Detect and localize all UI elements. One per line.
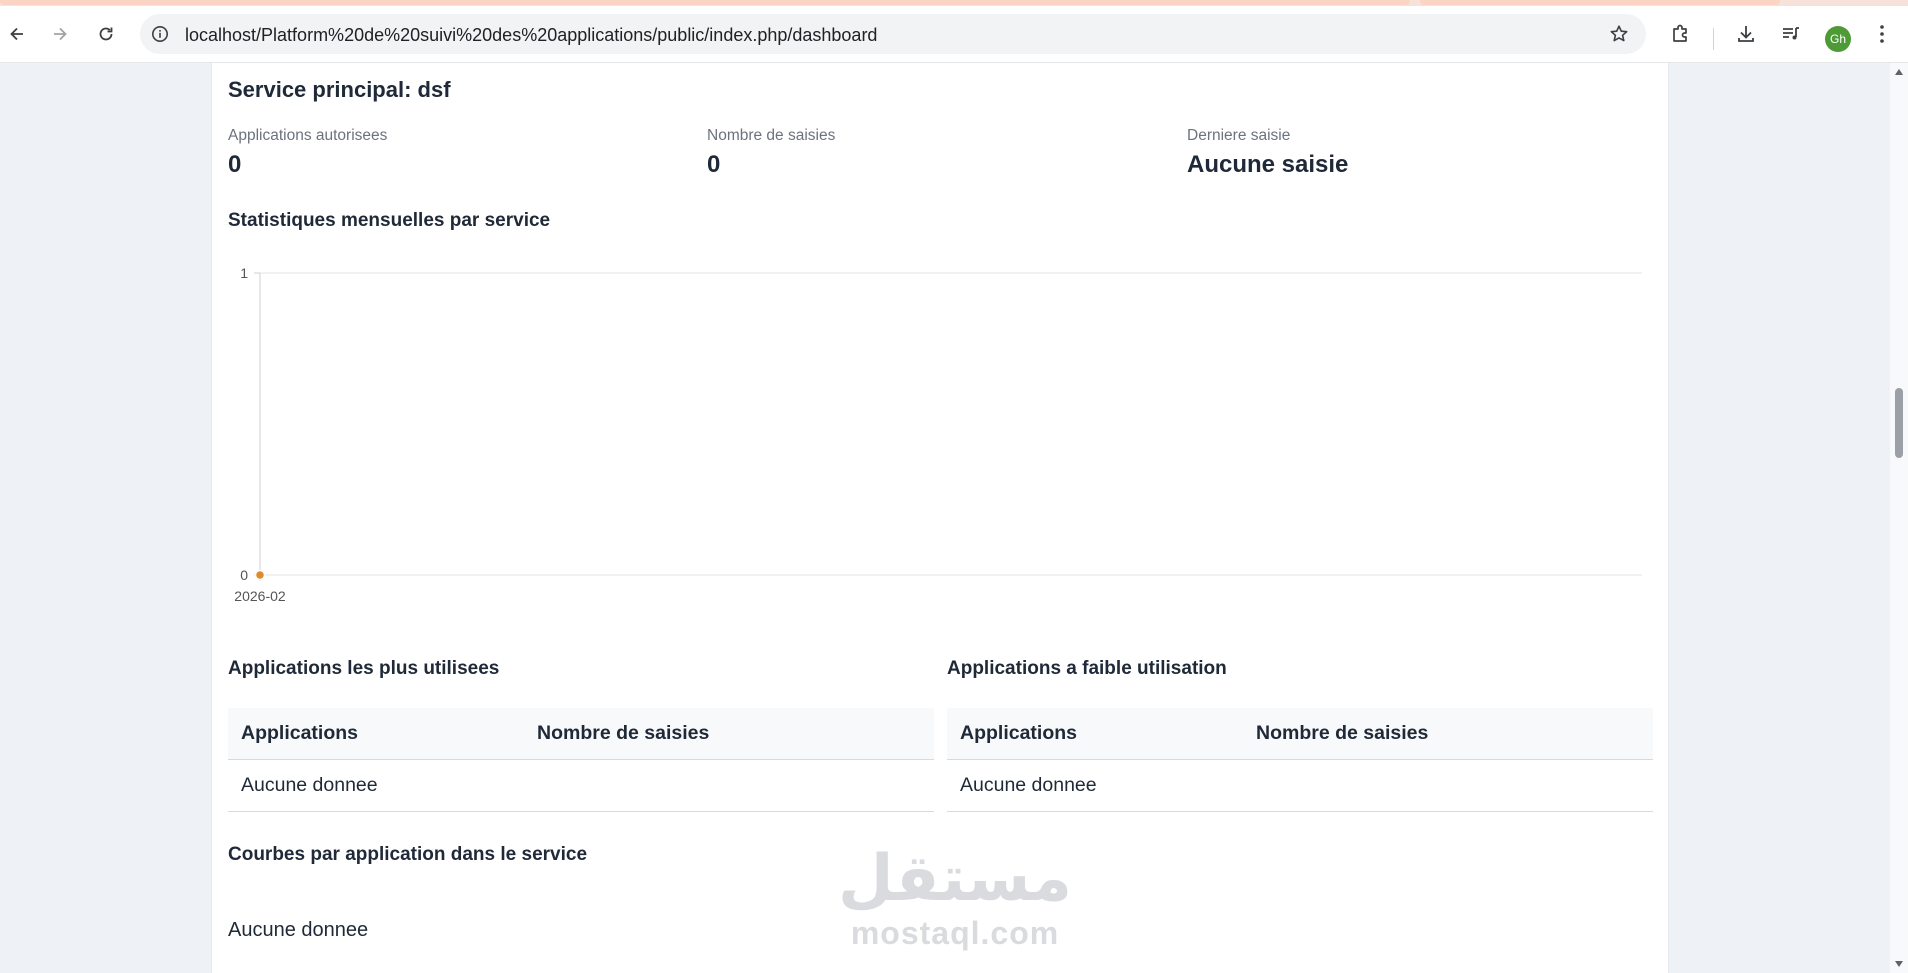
extensions-button[interactable] bbox=[1667, 20, 1695, 48]
service-title: Service principal: dsf bbox=[228, 77, 451, 102]
scroll-thumb[interactable] bbox=[1895, 388, 1903, 458]
triangle-down-icon bbox=[1895, 961, 1903, 967]
back-button[interactable] bbox=[3, 20, 31, 48]
x-tick-label: 2026-02 bbox=[234, 588, 286, 604]
address-bar[interactable]: localhost/Platform%20de%20suivi%20des%20… bbox=[140, 14, 1646, 54]
site-info-button[interactable] bbox=[150, 24, 170, 44]
column-header-nombre-de-saisies: Nombre de saisies bbox=[1256, 722, 1429, 744]
stat-nombre-de-saisies: Nombre de saisies 0 bbox=[707, 127, 835, 179]
url-text[interactable]: localhost/Platform%20de%20suivi%20des%20… bbox=[185, 25, 877, 46]
curves-empty-text: Aucune donnee bbox=[228, 919, 369, 941]
y-tick-label: 1 bbox=[240, 265, 248, 281]
media-control-button[interactable] bbox=[1777, 20, 1805, 48]
table-header: Applications Nombre de saisies bbox=[228, 708, 934, 760]
site-info-icon bbox=[152, 26, 168, 42]
extensions-puzzle-icon bbox=[1673, 24, 1687, 42]
empty-cell: Aucune donnee bbox=[241, 774, 378, 796]
forward-arrow-icon bbox=[54, 27, 67, 41]
downloads-button[interactable] bbox=[1732, 20, 1760, 48]
profile-avatar[interactable]: Gh bbox=[1825, 26, 1851, 52]
stat-label: Applications autorisees bbox=[228, 127, 388, 144]
reload-button[interactable] bbox=[92, 20, 120, 48]
data-point bbox=[254, 569, 266, 581]
vertical-scrollbar[interactable] bbox=[1890, 63, 1908, 973]
triangle-up-icon bbox=[1895, 69, 1903, 75]
scroll-down-arrow[interactable] bbox=[1894, 959, 1904, 969]
stat-derniere-saisie: Derniere saisie Aucune saisie bbox=[1187, 127, 1348, 179]
media-queue-icon bbox=[1783, 27, 1799, 40]
toolbar-divider bbox=[1713, 28, 1714, 50]
scroll-up-arrow[interactable] bbox=[1894, 67, 1904, 77]
stat-label: Derniere saisie bbox=[1187, 127, 1291, 144]
most-used-heading: Applications les plus utilisees bbox=[228, 658, 500, 679]
most-used-table: Applications Nombre de saisies Aucune do… bbox=[228, 708, 934, 812]
column-header-applications: Applications bbox=[241, 722, 359, 744]
tab-strip-segment bbox=[1420, 0, 1780, 5]
stat-value: Aucune saisie bbox=[1187, 151, 1349, 178]
download-icon bbox=[1738, 26, 1754, 42]
browser-toolbar: localhost/Platform%20de%20suivi%20des%20… bbox=[0, 6, 1908, 63]
monthly-stats-heading: Statistiques mensuelles par service bbox=[228, 210, 551, 231]
reload-icon bbox=[99, 27, 113, 41]
curves-heading: Courbes par application dans le service bbox=[228, 844, 588, 865]
avatar-initials: Gh bbox=[1829, 32, 1846, 46]
stat-value: 0 bbox=[707, 151, 721, 178]
column-header-applications: Applications bbox=[960, 722, 1078, 744]
column-header-nombre-de-saisies: Nombre de saisies bbox=[537, 722, 710, 744]
page-viewport: Service principal: dsf Applications auto… bbox=[0, 63, 1890, 973]
y-tick-label: 0 bbox=[240, 567, 248, 583]
empty-cell: Aucune donnee bbox=[960, 774, 1097, 796]
stat-applications-autorisees: Applications autorisees 0 bbox=[228, 127, 387, 179]
monthly-stats-chart[interactable]: 1 0 2026-02 bbox=[228, 263, 1648, 683]
bookmark-button[interactable] bbox=[1608, 23, 1630, 45]
tab-strip-segment bbox=[0, 0, 1410, 5]
kebab-menu-icon bbox=[1880, 25, 1884, 43]
bookmark-star-icon bbox=[1610, 25, 1628, 42]
stat-label: Nombre de saisies bbox=[707, 127, 836, 144]
table-header: Applications Nombre de saisies bbox=[947, 708, 1653, 760]
stat-value: 0 bbox=[228, 151, 242, 178]
back-arrow-icon bbox=[10, 27, 23, 41]
browser-menu-button[interactable] bbox=[1868, 20, 1896, 48]
table-row: Aucune donnee bbox=[947, 760, 1653, 812]
forward-button[interactable] bbox=[46, 20, 74, 48]
table-row: Aucune donnee bbox=[228, 760, 934, 812]
least-used-table: Applications Nombre de saisies Aucune do… bbox=[947, 708, 1653, 812]
least-used-heading: Applications a faible utilisation bbox=[947, 658, 1227, 679]
